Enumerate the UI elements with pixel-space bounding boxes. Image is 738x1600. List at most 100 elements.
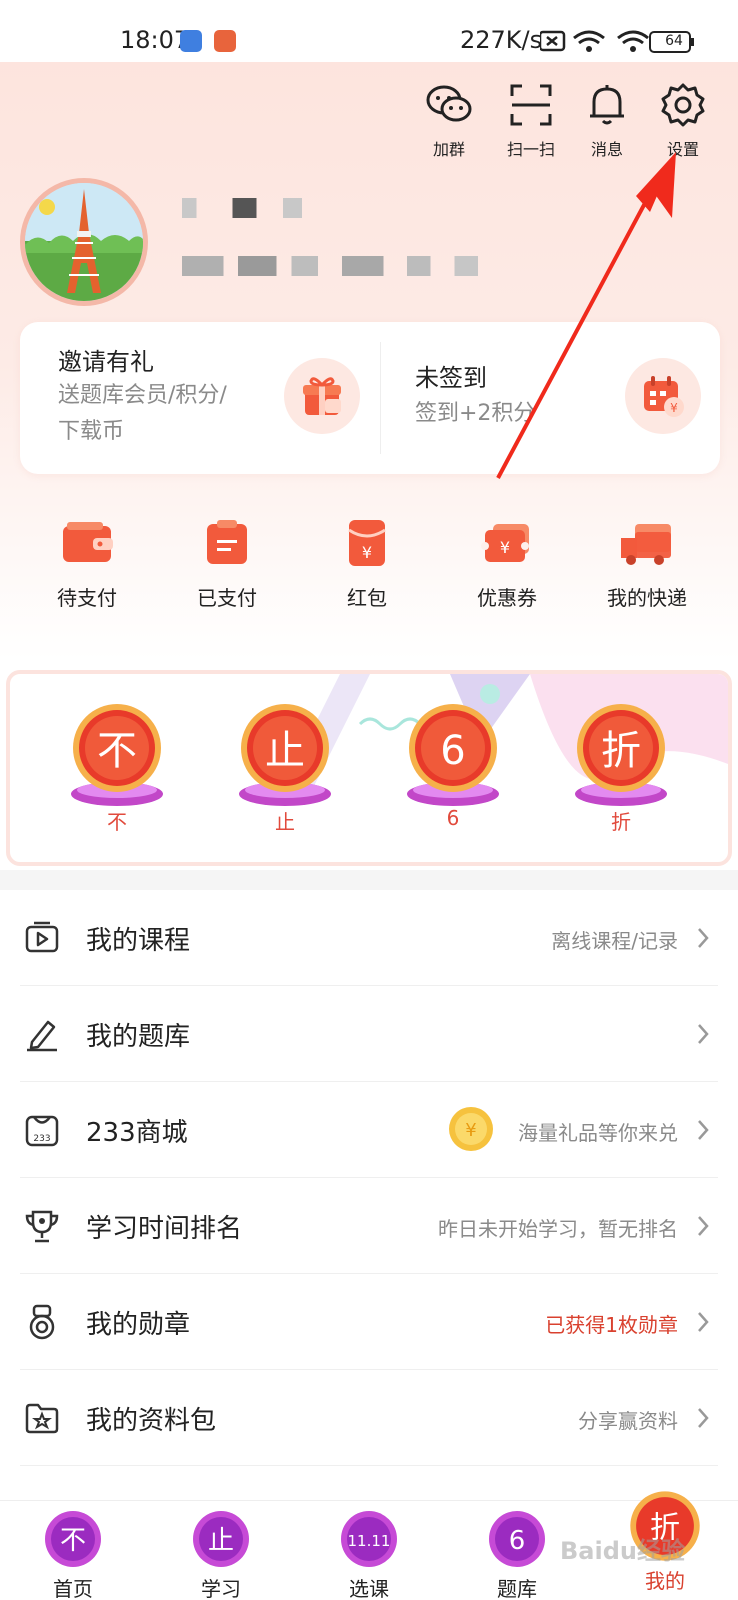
messages-label: 消息 (590, 140, 623, 159)
invite-subtitle-line1: 送题库会员/积分/ (58, 383, 227, 408)
banner-badge-3: 6 (407, 704, 499, 806)
chevron-right-icon (698, 1408, 709, 1428)
order-pending-payment[interactable]: 待支付 (22, 518, 152, 611)
notification-app-icon (214, 30, 236, 52)
settings-label: 设置 (666, 140, 699, 159)
truck-icon (621, 524, 671, 565)
invite-gift-entry[interactable]: 邀请有礼 送题库会员/积分/ 下载币 (20, 322, 380, 474)
menu-label: 233商城 (86, 1118, 188, 1148)
menu-label: 我的勋章 (86, 1310, 191, 1340)
svg-text:¥: ¥ (362, 543, 372, 562)
join-group-label: 加群 (432, 140, 465, 159)
banner-badge-4: 折 (575, 704, 667, 806)
username-blurred (182, 198, 302, 218)
my-delivery-label: 我的快递 (607, 586, 687, 610)
order-pending-label: 待支付 (57, 586, 117, 610)
trophy-icon (25, 1210, 59, 1243)
invite-subtitle-line2: 下载币 (58, 419, 125, 444)
status-time: 18:07 (120, 26, 190, 54)
chevron-right-icon (698, 928, 709, 948)
banner-badge-1: 不 (71, 704, 163, 806)
tab-label: 学习 (201, 1577, 241, 1600)
banner-caption-1: 不 (107, 810, 127, 834)
user-info-blurred (182, 256, 478, 276)
network-speed: 227K/s (460, 26, 543, 54)
chevron-right-icon (698, 1024, 709, 1044)
menu-right-text: 分享赢资料 (578, 1409, 678, 1433)
course-icon (25, 921, 59, 953)
folder-icon (25, 1403, 59, 1434)
messages-button[interactable]: 消息 (572, 82, 642, 160)
scan-label: 扫一扫 (506, 140, 555, 159)
banner-caption-3: 6 (446, 806, 460, 830)
menu-my-question-bank[interactable]: 我的题库 (20, 986, 718, 1082)
red-packet-entry[interactable]: ¥ 红包 (302, 518, 432, 611)
promo-banner[interactable]: 不 不 止 止 6 6 折 折 (6, 670, 732, 866)
svg-text:233: 233 (33, 1134, 50, 1144)
wallet-icon (63, 522, 113, 562)
coupon-entry[interactable]: ¥ 优惠券 (442, 518, 572, 611)
status-bar: 18:07 227K/s 64 (0, 0, 738, 62)
banner-badge-2: 止 (239, 704, 331, 806)
order-paid[interactable]: 已支付 (162, 518, 292, 611)
menu-label: 我的题库 (86, 1022, 191, 1052)
store-icon: 233 (25, 1115, 59, 1147)
promo-card: 邀请有礼 送题库会员/积分/ 下载币 未签到 签到+2积分 ¥ (20, 322, 720, 474)
my-delivery-entry[interactable]: 我的快递 (582, 518, 712, 611)
svg-text:¥: ¥ (500, 538, 510, 557)
menu-label: 学习时间排名 (86, 1214, 243, 1244)
battery-level: 64 (665, 33, 683, 49)
red-packet-label: 红包 (347, 586, 387, 610)
menu-study-time-ranking[interactable]: 学习时间排名 昨日未开始学习，暂无排名 (20, 1178, 718, 1274)
pencil-icon (27, 1020, 57, 1052)
chevron-right-icon (698, 1216, 709, 1236)
menu-my-courses[interactable]: 我的课程 离线课程/记录 (20, 890, 718, 986)
question-bank-tab-icon: 6 (489, 1511, 545, 1567)
svg-text:止: 止 (265, 728, 305, 774)
menu-right-text: 昨日未开始学习，暂无排名 (438, 1217, 678, 1241)
tab-study[interactable]: 止 学习 (166, 1507, 276, 1600)
section-divider (0, 870, 738, 890)
bottom-tab-bar: 不 首页 止 学习 11.11 选课 6 题库 折 我的 Baidu经验 (0, 1491, 738, 1600)
tab-courses[interactable]: 11.11 选课 (314, 1507, 424, 1600)
tab-home[interactable]: 不 首页 (18, 1507, 128, 1600)
tab-label: 选课 (349, 1577, 389, 1600)
invite-title: 邀请有礼 (58, 348, 154, 376)
gift-icon (284, 358, 360, 434)
svg-text:止: 止 (208, 1526, 234, 1556)
menu-right-text: 海量礼品等你来兑 (518, 1121, 678, 1145)
calendar-icon: ¥ (625, 358, 701, 434)
order-paid-label: 已支付 (197, 586, 257, 610)
menu-right-text: 离线课程/记录 (551, 929, 678, 953)
avatar-image (25, 183, 143, 301)
settings-button[interactable]: 设置 (648, 82, 718, 160)
svg-text:¥: ¥ (465, 1120, 476, 1141)
tab-label: 我的 (645, 1569, 685, 1593)
banner-caption-2: 止 (275, 810, 295, 834)
scan-icon (510, 84, 552, 126)
coupon-label: 优惠券 (477, 586, 537, 610)
tab-label: 首页 (53, 1577, 93, 1600)
wechat-icon (426, 85, 472, 122)
coin-icon: ¥ (449, 1107, 493, 1151)
notification-app-icon (180, 30, 202, 52)
scan-button[interactable]: 扫一扫 (496, 82, 566, 160)
chevron-right-icon (698, 1312, 709, 1332)
avatar[interactable] (20, 178, 148, 306)
tab-question-bank[interactable]: 6 题库 (462, 1507, 572, 1600)
svg-text:不: 不 (60, 1526, 86, 1556)
menu-right-text: 已获得1枚勋章 (545, 1313, 678, 1337)
join-group-button[interactable]: 加群 (414, 82, 484, 160)
menu-233-store[interactable]: 233 233商城 ¥ 海量礼品等你来兑 (20, 1082, 718, 1178)
paid-icon (207, 520, 247, 564)
study-tab-icon: 止 (193, 1511, 249, 1567)
menu-my-materials[interactable]: 我的资料包 分享赢资料 (20, 1370, 718, 1466)
checkin-entry[interactable]: 未签到 签到+2积分 ¥ (381, 322, 720, 474)
medal-icon (29, 1304, 55, 1340)
chevron-right-icon (698, 1120, 709, 1140)
gear-icon (661, 83, 705, 127)
svg-text:¥: ¥ (670, 401, 678, 415)
menu-my-medals[interactable]: 我的勋章 已获得1枚勋章 (20, 1274, 718, 1370)
home-tab-icon: 不 (45, 1511, 101, 1567)
menu-label: 我的课程 (86, 926, 191, 956)
